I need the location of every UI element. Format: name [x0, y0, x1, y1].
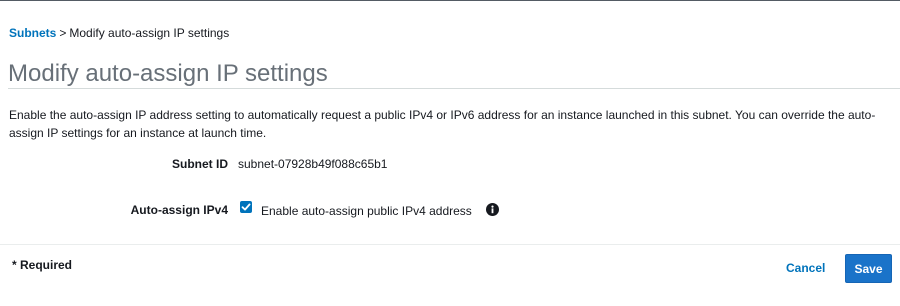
top-border	[0, 0, 900, 1]
page-description: Enable the auto-assign IP address settin…	[9, 108, 876, 140]
breadcrumb-separator: >	[59, 26, 67, 40]
auto-assign-ipv4-checkbox-label[interactable]: Enable auto-assign public IPv4 address	[261, 204, 472, 218]
checkmark-icon	[241, 203, 251, 211]
auto-assign-ipv4-label: Auto-assign IPv4	[130, 203, 228, 217]
breadcrumb-subnets-link[interactable]: Subnets	[9, 26, 56, 40]
breadcrumb-current: Modify auto-assign IP settings	[69, 26, 230, 40]
page-title: Modify auto-assign IP settings	[8, 60, 328, 87]
auto-assign-ipv4-checkbox[interactable]	[240, 201, 252, 213]
save-button[interactable]: Save	[845, 254, 892, 283]
breadcrumb: Subnets > Modify auto-assign IP settings	[9, 26, 229, 40]
subnet-id-value: subnet-07928b49f088c65b1	[238, 157, 388, 171]
required-note: * Required	[12, 258, 73, 272]
title-divider	[8, 88, 900, 89]
footer-divider	[0, 244, 900, 245]
cancel-button[interactable]: Cancel	[786, 261, 825, 275]
info-icon[interactable]	[486, 203, 499, 216]
subnet-id-label: Subnet ID	[172, 157, 228, 171]
